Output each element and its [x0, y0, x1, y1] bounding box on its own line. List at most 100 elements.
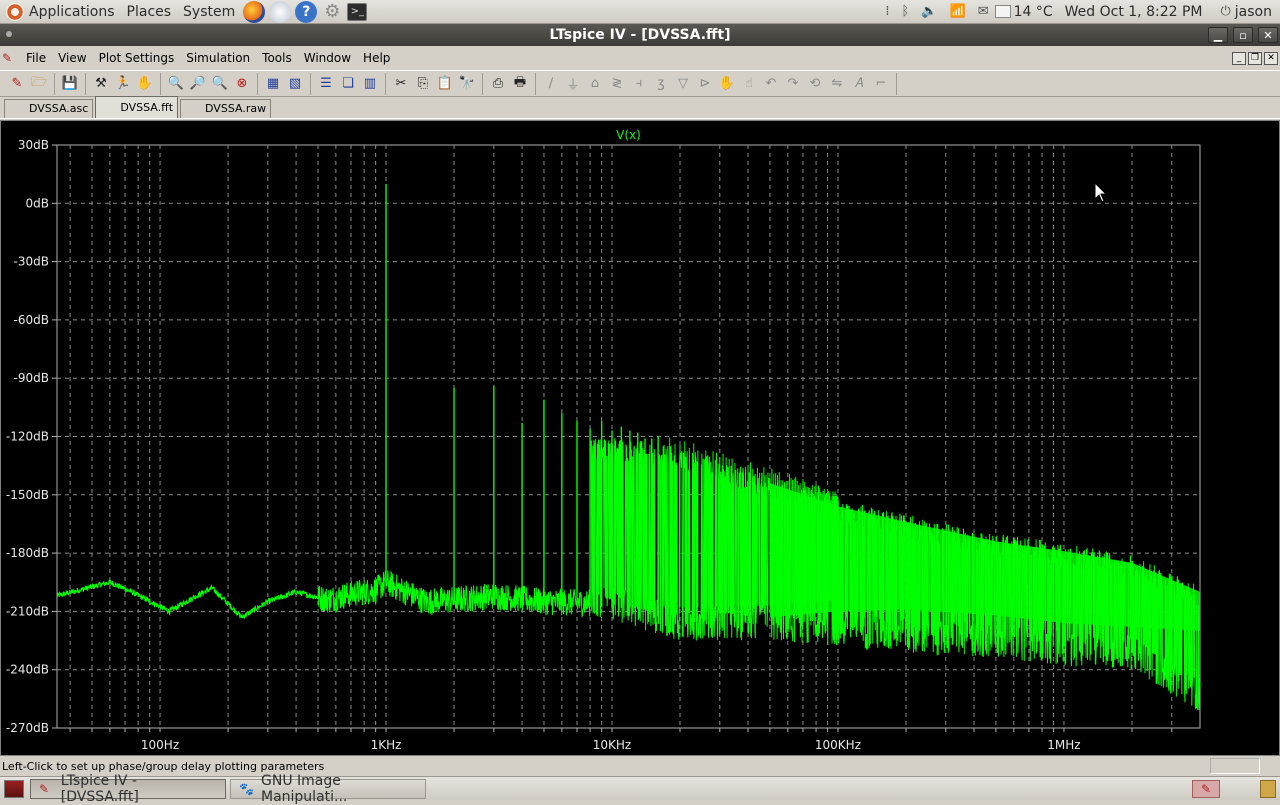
rotate-icon[interactable]: ⟲ — [804, 73, 826, 95]
trash-icon[interactable] — [1260, 779, 1276, 798]
envelope-icon[interactable]: ✉ — [978, 4, 989, 19]
undo-icon[interactable]: ↶ — [760, 73, 782, 95]
halt-icon[interactable]: ✋ — [134, 73, 156, 95]
y-tick-label: -60dB — [14, 313, 49, 327]
tile-vertical-icon[interactable]: ▥ — [359, 73, 381, 95]
menu-file[interactable]: File — [20, 46, 52, 70]
menu-plot-settings[interactable]: Plot Settings — [93, 46, 181, 70]
bottom-taskbar: ✎ LTspice IV - [DVSSA.fft] 🐾 GNU Image M… — [0, 773, 1280, 805]
x-tick-label: 1KHz — [371, 738, 402, 752]
tile-horizontal-icon[interactable]: ☰ — [315, 73, 337, 95]
y-tick-label: -240dB — [6, 663, 49, 677]
firefox-icon[interactable] — [243, 0, 266, 23]
weather-temperature[interactable]: 14 °C — [1014, 4, 1053, 20]
system-menu[interactable]: System — [177, 0, 241, 24]
y-tick-label: -150dB — [6, 488, 49, 502]
new-schematic-icon[interactable]: ✎ — [6, 73, 28, 95]
task-ltspice[interactable]: ✎ LTspice IV - [DVSSA.fft] — [30, 773, 226, 805]
resistor-icon[interactable]: ≷ — [606, 73, 628, 95]
places-menu[interactable]: Places — [121, 0, 178, 24]
paste-icon[interactable]: 📋 — [434, 73, 456, 95]
window-title-bar[interactable]: LTspice IV - [DVSSA.fft] ▁ ▫ ✕ — [0, 24, 1280, 46]
mdi-minimize-icon[interactable]: _ — [1232, 51, 1246, 65]
move-icon[interactable]: ✋ — [716, 73, 738, 95]
status-text: Left-Click to set up phase/group delay p… — [2, 759, 325, 773]
trace-name-label: V(x) — [616, 128, 641, 142]
autorange-icon[interactable]: ▦ — [262, 73, 284, 95]
save-icon[interactable]: 💾 — [59, 73, 81, 95]
wire-icon[interactable]: ∕ — [540, 73, 562, 95]
print-preview-icon[interactable]: ⎙ — [487, 73, 509, 95]
ltspice-tray-icon[interactable]: ✎ — [1192, 779, 1220, 798]
ground-icon[interactable]: ⏚ — [562, 73, 584, 95]
volume-icon[interactable]: 🔈 — [921, 4, 937, 19]
x-tick-label: 10KHz — [593, 738, 631, 752]
mail-icon[interactable] — [269, 0, 292, 23]
fft-plot[interactable]: 30dB 0dB -30dB -60dB -90dB -120dB -150dB -180dB… — [1, 121, 1279, 755]
label-icon[interactable]: ⌂ — [584, 73, 606, 95]
show-desktop-icon[interactable] — [4, 779, 24, 798]
x-tick-label: 1MHz — [1047, 738, 1080, 752]
drag-icon[interactable]: ☝ — [738, 73, 760, 95]
user-name[interactable]: jason — [1235, 4, 1272, 20]
ubuntu-logo-icon — [6, 2, 24, 21]
tab-dvssa-asc[interactable]: DVSSA.asc — [4, 99, 94, 118]
close-icon[interactable]: ✕ — [1258, 27, 1278, 43]
maximize-icon[interactable]: ▫ — [1233, 27, 1253, 43]
window-title: LTspice IV - [DVSSA.fft] — [549, 27, 731, 43]
ltspice-app-icon[interactable]: ✎ — [2, 51, 16, 65]
menu-window[interactable]: Window — [298, 46, 357, 70]
menu-view[interactable]: View — [52, 46, 92, 70]
task-gimp[interactable]: 🐾 GNU Image Manipulati... — [230, 773, 426, 805]
applications-menu-label: Applications — [29, 3, 115, 20]
component-icon[interactable]: ⊳ — [694, 73, 716, 95]
zoom-box-icon[interactable]: 🔎 — [187, 73, 209, 95]
system-menu-label: System — [183, 3, 236, 20]
zoom-in-icon[interactable]: 🔍 — [165, 73, 187, 95]
copy-icon[interactable]: ⎘ — [412, 73, 434, 95]
zoom-full-icon[interactable]: ⊗ — [231, 73, 253, 95]
text-icon[interactable]: 𝐴 — [848, 73, 870, 95]
status-panel — [1210, 758, 1260, 774]
capacitor-icon[interactable]: ⫞ — [628, 73, 650, 95]
tab-dvssa-raw[interactable]: DVSSA.raw — [180, 99, 272, 118]
bluetooth-icon[interactable]: ᛒ — [902, 4, 910, 19]
clock[interactable]: Wed Oct 1, 8:22 PM — [1065, 4, 1203, 20]
menu-tools[interactable]: Tools — [256, 46, 298, 70]
mdi-restore-icon[interactable]: ❐ — [1248, 51, 1262, 65]
weather-icon[interactable] — [994, 5, 1011, 18]
menu-bar: ✎ File View Plot Settings Simulation Too… — [0, 46, 1280, 70]
power-icon[interactable]: ⏻ — [1221, 4, 1231, 19]
waveform-plot-pane[interactable]: 30dB 0dB -30dB -60dB -90dB -120dB -150dB -180dB… — [0, 120, 1280, 756]
tab-dvssa-fft[interactable]: DVSSA.fft — [95, 96, 179, 118]
find-icon[interactable]: 🔭 — [456, 73, 478, 95]
menu-simulation[interactable]: Simulation — [180, 46, 256, 70]
applications-menu[interactable]: Applications — [0, 0, 121, 24]
menu-help[interactable]: Help — [357, 46, 396, 70]
control-panel-icon[interactable]: ⚒ — [90, 73, 112, 95]
settings-gear-icon[interactable]: ⚙ — [321, 1, 343, 23]
open-icon[interactable]: 🗁 — [28, 73, 50, 95]
cascade-icon[interactable]: ❏ — [337, 73, 359, 95]
cut-icon[interactable]: ✂ — [390, 73, 412, 95]
inductor-icon[interactable]: ʒ — [650, 73, 672, 95]
terminal-icon[interactable]: >_ — [347, 2, 368, 21]
help-icon[interactable]: ? — [295, 0, 318, 23]
window-menu-icon[interactable] — [6, 31, 12, 37]
print-icon[interactable]: 🖶 — [509, 73, 531, 95]
y-tick-label: -120dB — [6, 430, 49, 444]
minimize-icon[interactable]: ▁ — [1208, 27, 1228, 43]
mdi-close-icon[interactable]: ✕ — [1264, 51, 1278, 65]
mirror-icon[interactable]: ⇋ — [826, 73, 848, 95]
ltspice-task-icon: ✎ — [39, 781, 50, 796]
grid-icon[interactable]: ▧ — [284, 73, 306, 95]
mouse-cursor-icon — [1094, 181, 1108, 203]
run-icon[interactable]: 🏃 — [112, 73, 134, 95]
gimp-task-icon: 🐾 — [239, 781, 254, 796]
spice-directive-icon[interactable]: ⌐ — [870, 73, 892, 95]
network-signal-icon[interactable]: 📶 — [950, 4, 966, 19]
zoom-out-icon[interactable]: 🔍 — [209, 73, 231, 95]
redo-icon[interactable]: ↷ — [782, 73, 804, 95]
y-tick-label: -180dB — [6, 546, 49, 560]
diode-icon[interactable]: ▽ — [672, 73, 694, 95]
